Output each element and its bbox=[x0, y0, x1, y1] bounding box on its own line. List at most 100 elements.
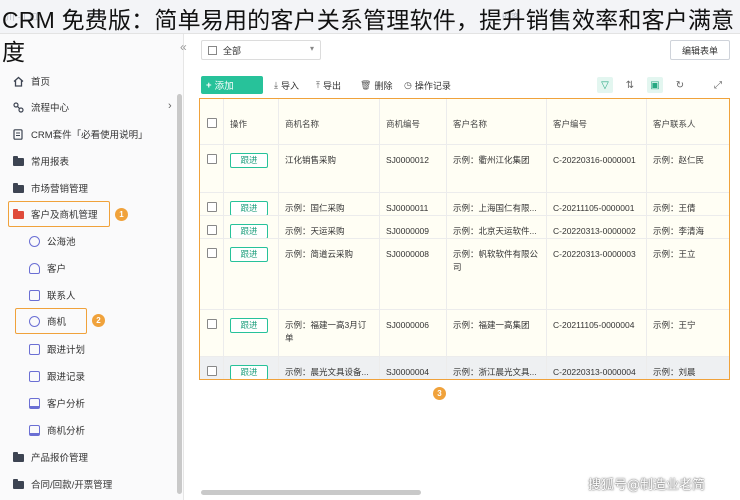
table-cell: 示例：刘晨 bbox=[653, 367, 696, 377]
sidebar-item-label: 首页 bbox=[31, 77, 51, 88]
sidebar-item-public-pool[interactable]: 公海池 bbox=[28, 228, 76, 254]
row-action-cell: 跟进 bbox=[224, 357, 279, 379]
row-select-cell[interactable] bbox=[200, 310, 224, 356]
column-header[interactable]: 商机编号 bbox=[380, 99, 447, 144]
table-cell: SJ0000009 bbox=[380, 216, 447, 238]
table-cell: C-20220313-0000003 bbox=[547, 239, 647, 309]
row-select-cell[interactable] bbox=[200, 193, 224, 215]
refresh-icon[interactable]: ↻ bbox=[672, 77, 688, 93]
sidebar-item-customer-opportunity[interactable]: 客户及商机管理 bbox=[12, 201, 98, 227]
table-cell: SJ0000012 bbox=[380, 145, 447, 192]
column-header[interactable]: 客户编号 bbox=[547, 99, 647, 144]
row-action-cell: 跟进 bbox=[224, 216, 279, 238]
table-cell: 示例：帆软软件有限公司 bbox=[447, 239, 547, 309]
add-button-label: 添加 bbox=[214, 81, 234, 92]
import-button[interactable]: ⤓ 导入 bbox=[274, 79, 299, 92]
table-cell: 示例：衢州江化集团 bbox=[447, 145, 547, 192]
sidebar-item-label: 客户分析 bbox=[47, 399, 86, 410]
row-checkbox[interactable] bbox=[207, 225, 217, 235]
table-cell: 示例：天运采购 bbox=[279, 216, 380, 238]
select-all-checkbox[interactable] bbox=[207, 118, 217, 128]
add-button[interactable]: + 添加 bbox=[201, 76, 263, 94]
table-cell: 示例：国仁采购 bbox=[279, 193, 380, 215]
table-row[interactable]: 跟进 示例：简道云采购 SJ0000008 示例：帆软软件有限公司 C-20220313… bbox=[200, 239, 729, 310]
clock-icon: ◷ bbox=[404, 80, 412, 90]
table-row[interactable]: 跟进 示例：福建一高3月订单 SJ0000006 示例：福建一高集团 C-2021110… bbox=[200, 310, 729, 357]
sidebar-item-flow-center[interactable]: 流程中心 › bbox=[12, 94, 182, 120]
row-checkbox[interactable] bbox=[207, 154, 217, 164]
table-cell: 示例：北京天运软件... bbox=[447, 216, 547, 238]
row-checkbox[interactable] bbox=[207, 366, 217, 376]
table-cell: 示例：晨光文具设备... bbox=[279, 357, 380, 379]
sidebar-item-label: 产品报价管理 bbox=[31, 453, 89, 464]
table-cell: 示例：王倩 bbox=[653, 203, 696, 213]
follow-up-button[interactable]: 跟进 bbox=[230, 153, 268, 168]
table-cell: 示例：李清海 bbox=[653, 226, 705, 236]
sidebar-item-label: 商机 bbox=[47, 317, 67, 328]
table-cell: SJ0000006 bbox=[380, 310, 447, 356]
folder-icon bbox=[12, 451, 24, 463]
sidebar-item-opportunity[interactable]: 商机 bbox=[28, 308, 66, 334]
sidebar-item-home[interactable]: 首页 bbox=[12, 68, 50, 94]
sidebar-item-label: 流程中心 bbox=[31, 103, 70, 114]
row-action-cell: 跟进 bbox=[224, 193, 279, 215]
follow-up-button[interactable]: 跟进 bbox=[230, 318, 268, 333]
row-select-cell[interactable] bbox=[200, 357, 224, 379]
sidebar-item-product-quote[interactable]: 产品报价管理 bbox=[12, 444, 88, 470]
view-icon[interactable]: ▣ bbox=[647, 77, 663, 93]
table-horizontal-scrollbar[interactable] bbox=[201, 490, 421, 495]
select-all-cell[interactable] bbox=[200, 99, 224, 144]
sidebar-item-opportunity-analysis[interactable]: 商机分析 bbox=[28, 417, 85, 443]
plus-icon: + bbox=[206, 79, 212, 91]
sidebar-item-crm-guide[interactable]: CRM套件「必看使用说明」 bbox=[12, 121, 148, 147]
follow-up-button[interactable]: 跟进 bbox=[230, 365, 268, 379]
column-header[interactable]: 客户名称 bbox=[447, 99, 547, 144]
sidebar-item-label: 跟进记录 bbox=[47, 372, 86, 383]
row-select-cell[interactable] bbox=[200, 239, 224, 309]
column-header[interactable]: 商机名称 bbox=[279, 99, 380, 144]
table-row[interactable]: 跟进 示例：国仁采购 SJ0000011 示例：上海国仁有限... C-20211105… bbox=[200, 193, 729, 216]
sidebar-item-follow-record[interactable]: 跟进记录 bbox=[28, 363, 85, 389]
sidebar-item-customer[interactable]: 客户 bbox=[28, 255, 66, 281]
sidebar-item-label: 公海池 bbox=[47, 237, 76, 248]
table-row[interactable]: 跟进 示例：天运采购 SJ0000009 示例：北京天运软件... C-20220313… bbox=[200, 216, 729, 239]
sidebar-item-contacts[interactable]: 联系人 bbox=[28, 282, 76, 308]
chevron-right-icon: › bbox=[168, 100, 172, 112]
flow-icon bbox=[12, 101, 24, 113]
row-checkbox[interactable] bbox=[207, 202, 217, 212]
table-cell: SJ0000011 bbox=[380, 193, 447, 215]
table-cell: C-20211105-0000004 bbox=[547, 310, 647, 356]
doc-icon bbox=[12, 128, 24, 140]
sort-icon[interactable]: ⇅ bbox=[622, 77, 638, 93]
sidebar-scrollbar[interactable] bbox=[177, 94, 182, 494]
sidebar-item-label: 跟进计划 bbox=[47, 345, 86, 356]
follow-up-button[interactable]: 跟进 bbox=[230, 247, 268, 262]
folder-icon bbox=[12, 182, 24, 194]
import-label: 导入 bbox=[280, 81, 299, 91]
follow-up-button[interactable]: 跟进 bbox=[230, 224, 268, 238]
export-button[interactable]: ⤒ 导出 bbox=[316, 79, 341, 92]
sidebar-item-follow-plan[interactable]: 跟进计划 bbox=[28, 336, 85, 362]
chart-icon bbox=[28, 397, 40, 409]
delete-button[interactable]: 🗑 删除 bbox=[360, 79, 392, 92]
table-cell: C-20211105-0000001 bbox=[547, 193, 647, 215]
sidebar-item-reports[interactable]: 常用报表 bbox=[12, 148, 69, 174]
expand-icon[interactable]: ⤢ bbox=[710, 77, 726, 93]
filter-icon[interactable]: ▽ bbox=[597, 77, 613, 93]
row-checkbox[interactable] bbox=[207, 319, 217, 329]
sidebar-item-marketing[interactable]: 市场营销管理 bbox=[12, 175, 88, 201]
table-row[interactable]: 跟进 江化销售采购 SJ0000012 示例：衢州江化集团 C-20220316-000… bbox=[200, 145, 729, 193]
table-cell: 示例：赵仁民 bbox=[653, 155, 705, 165]
row-select-cell[interactable] bbox=[200, 216, 224, 238]
row-select-cell[interactable] bbox=[200, 145, 224, 192]
sidebar-item-label: CRM套件「必看使用说明」 bbox=[31, 130, 148, 141]
row-checkbox[interactable] bbox=[207, 248, 217, 258]
follow-up-button[interactable]: 跟进 bbox=[230, 201, 268, 215]
sidebar-item-contract[interactable]: 合同/回款/开票管理 bbox=[12, 471, 112, 497]
column-header[interactable]: 客户联系人 bbox=[647, 99, 729, 144]
operation-log-button[interactable]: ◷ 操作记录 bbox=[404, 79, 451, 92]
table-cell: SJ0000004 bbox=[380, 357, 447, 379]
table-row[interactable]: 跟进 示例：晨光文具设备... SJ0000004 示例：浙江晨光文具... C-202… bbox=[200, 357, 729, 379]
watermark-text: 搜狐号@制造业老简 bbox=[588, 478, 706, 493]
sidebar-item-customer-analysis[interactable]: 客户分析 bbox=[28, 390, 85, 416]
